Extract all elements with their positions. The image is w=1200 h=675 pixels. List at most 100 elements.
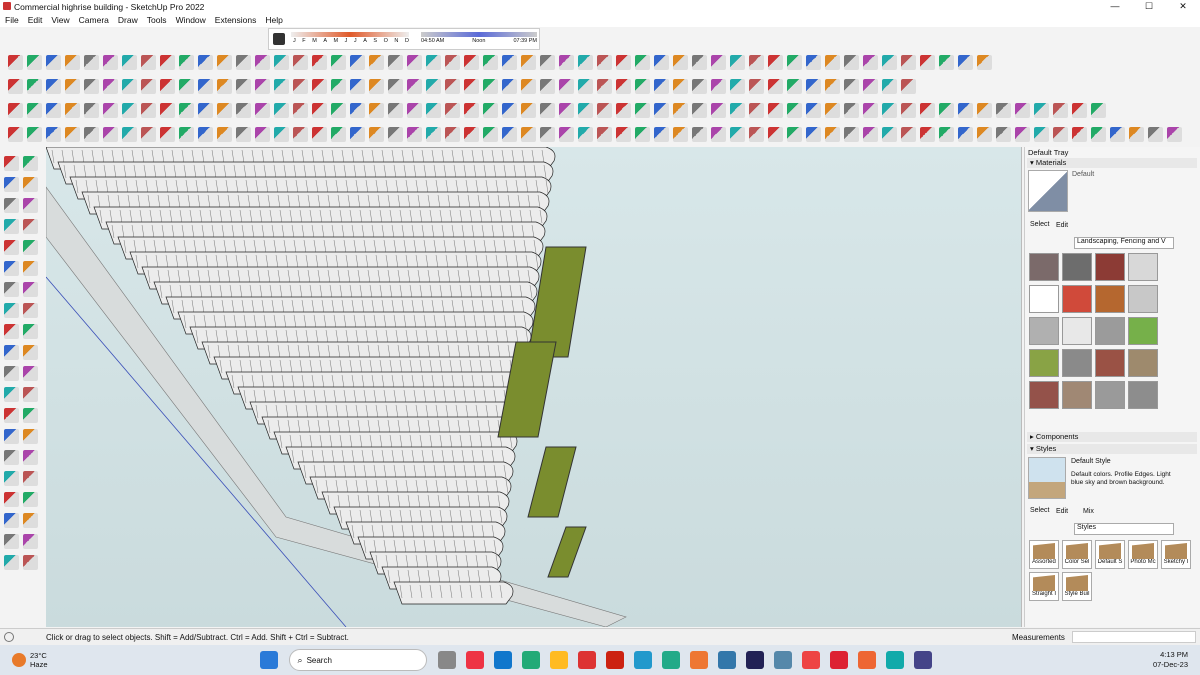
r1-tool-icon-47[interactable] — [901, 55, 916, 70]
r2-tool-icon-15[interactable] — [293, 79, 308, 94]
r4-tool-icon-53[interactable] — [1015, 127, 1030, 142]
r4-tool-icon-35[interactable] — [673, 127, 688, 142]
r1-tool-icon-38[interactable] — [730, 55, 745, 70]
r1-tool-icon-13[interactable] — [255, 55, 270, 70]
left-tool-icon-3[interactable] — [23, 177, 38, 192]
r1-tool-icon-46[interactable] — [882, 55, 897, 70]
taskbar-app-icon[interactable] — [857, 651, 876, 669]
r2-tool-icon-12[interactable] — [236, 79, 251, 94]
r1-tool-icon-33[interactable] — [635, 55, 650, 70]
r2-tool-icon-25[interactable] — [483, 79, 498, 94]
info-icon[interactable] — [4, 632, 14, 642]
modeling-viewport[interactable] — [46, 147, 1022, 627]
style-default-styles[interactable]: Default S — [1095, 540, 1125, 569]
r2-tool-icon-3[interactable] — [65, 79, 80, 94]
r2-tool-icon-23[interactable] — [445, 79, 460, 94]
r3-tool-icon-38[interactable] — [730, 103, 745, 118]
r1-tool-icon-14[interactable] — [274, 55, 289, 70]
r3-tool-icon-49[interactable] — [939, 103, 954, 118]
left-tool-icon-22[interactable] — [4, 387, 19, 402]
r4-tool-icon-25[interactable] — [483, 127, 498, 142]
r2-tool-icon-38[interactable] — [730, 79, 745, 94]
r4-tool-icon-4[interactable] — [84, 127, 99, 142]
r1-tool-icon-1[interactable] — [27, 55, 42, 70]
r2-tool-icon-14[interactable] — [274, 79, 289, 94]
r2-tool-icon-0[interactable] — [8, 79, 23, 94]
r3-tool-icon-9[interactable] — [179, 103, 194, 118]
material-swatch[interactable] — [1128, 349, 1158, 377]
left-tool-icon-34[interactable] — [4, 513, 19, 528]
r3-tool-icon-52[interactable] — [996, 103, 1011, 118]
r1-tool-icon-19[interactable] — [369, 55, 384, 70]
r4-tool-icon-52[interactable] — [996, 127, 1011, 142]
r3-tool-icon-33[interactable] — [635, 103, 650, 118]
r3-tool-icon-45[interactable] — [863, 103, 878, 118]
r2-tool-icon-43[interactable] — [825, 79, 840, 94]
r4-tool-icon-43[interactable] — [825, 127, 840, 142]
r2-tool-icon-32[interactable] — [616, 79, 631, 94]
r1-tool-icon-41[interactable] — [787, 55, 802, 70]
r3-tool-icon-40[interactable] — [768, 103, 783, 118]
r1-tool-icon-40[interactable] — [768, 55, 783, 70]
material-swatch[interactable] — [1128, 285, 1158, 313]
r2-tool-icon-27[interactable] — [521, 79, 536, 94]
r1-tool-icon-37[interactable] — [711, 55, 726, 70]
r1-tool-icon-44[interactable] — [844, 55, 859, 70]
left-tool-icon-32[interactable] — [4, 492, 19, 507]
menu-draw[interactable]: Draw — [118, 15, 138, 25]
r1-tool-icon-18[interactable] — [350, 55, 365, 70]
r4-tool-icon-32[interactable] — [616, 127, 631, 142]
r3-tool-icon-26[interactable] — [502, 103, 517, 118]
menu-window[interactable]: Window — [176, 15, 206, 25]
start-icon[interactable] — [259, 651, 278, 669]
taskbar-app-icon[interactable] — [521, 651, 540, 669]
r3-tool-icon-41[interactable] — [787, 103, 802, 118]
r1-tool-icon-23[interactable] — [445, 55, 460, 70]
components-header[interactable]: ▸ Components — [1027, 432, 1197, 442]
r4-tool-icon-39[interactable] — [749, 127, 764, 142]
r4-tool-icon-2[interactable] — [46, 127, 61, 142]
r3-tool-icon-55[interactable] — [1053, 103, 1068, 118]
taskbar-app-icon[interactable] — [829, 651, 848, 669]
style-straight-lines[interactable]: Straight I — [1029, 572, 1059, 601]
r1-tool-icon-30[interactable] — [578, 55, 593, 70]
r3-tool-icon-50[interactable] — [958, 103, 973, 118]
r3-tool-icon-53[interactable] — [1015, 103, 1030, 118]
material-swatch[interactable] — [1062, 253, 1092, 281]
r4-tool-icon-0[interactable] — [8, 127, 23, 142]
taskbar-app-icon[interactable] — [745, 651, 764, 669]
r3-tool-icon-51[interactable] — [977, 103, 992, 118]
r3-tool-icon-48[interactable] — [920, 103, 935, 118]
r3-tool-icon-36[interactable] — [692, 103, 707, 118]
r3-tool-icon-31[interactable] — [597, 103, 612, 118]
month-slider[interactable] — [291, 32, 409, 37]
left-tool-icon-17[interactable] — [23, 324, 38, 339]
menu-file[interactable]: File — [5, 15, 19, 25]
r1-tool-icon-7[interactable] — [141, 55, 156, 70]
styles-header[interactable]: ▾ Styles — [1027, 444, 1197, 454]
r4-tool-icon-29[interactable] — [559, 127, 574, 142]
left-tool-icon-31[interactable] — [23, 471, 38, 486]
r4-tool-icon-30[interactable] — [578, 127, 593, 142]
r1-tool-icon-45[interactable] — [863, 55, 878, 70]
r2-tool-icon-41[interactable] — [787, 79, 802, 94]
material-swatch[interactable] — [1062, 381, 1092, 409]
left-tool-icon-9[interactable] — [23, 240, 38, 255]
r1-tool-icon-28[interactable] — [540, 55, 555, 70]
material-swatch[interactable] — [1095, 285, 1125, 313]
r2-tool-icon-13[interactable] — [255, 79, 270, 94]
r2-tool-icon-33[interactable] — [635, 79, 650, 94]
r4-tool-icon-22[interactable] — [426, 127, 441, 142]
r4-tool-icon-31[interactable] — [597, 127, 612, 142]
r1-tool-icon-34[interactable] — [654, 55, 669, 70]
menu-extensions[interactable]: Extensions — [215, 15, 257, 25]
r3-tool-icon-1[interactable] — [27, 103, 42, 118]
materials-library-dropdown[interactable]: Landscaping, Fencing and V — [1074, 237, 1174, 249]
r1-tool-icon-5[interactable] — [103, 55, 118, 70]
r2-tool-icon-29[interactable] — [559, 79, 574, 94]
r4-tool-icon-10[interactable] — [198, 127, 213, 142]
left-tool-icon-20[interactable] — [4, 366, 19, 381]
style-assorted[interactable]: Assorted — [1029, 540, 1059, 569]
r3-tool-icon-15[interactable] — [293, 103, 308, 118]
r4-tool-icon-45[interactable] — [863, 127, 878, 142]
